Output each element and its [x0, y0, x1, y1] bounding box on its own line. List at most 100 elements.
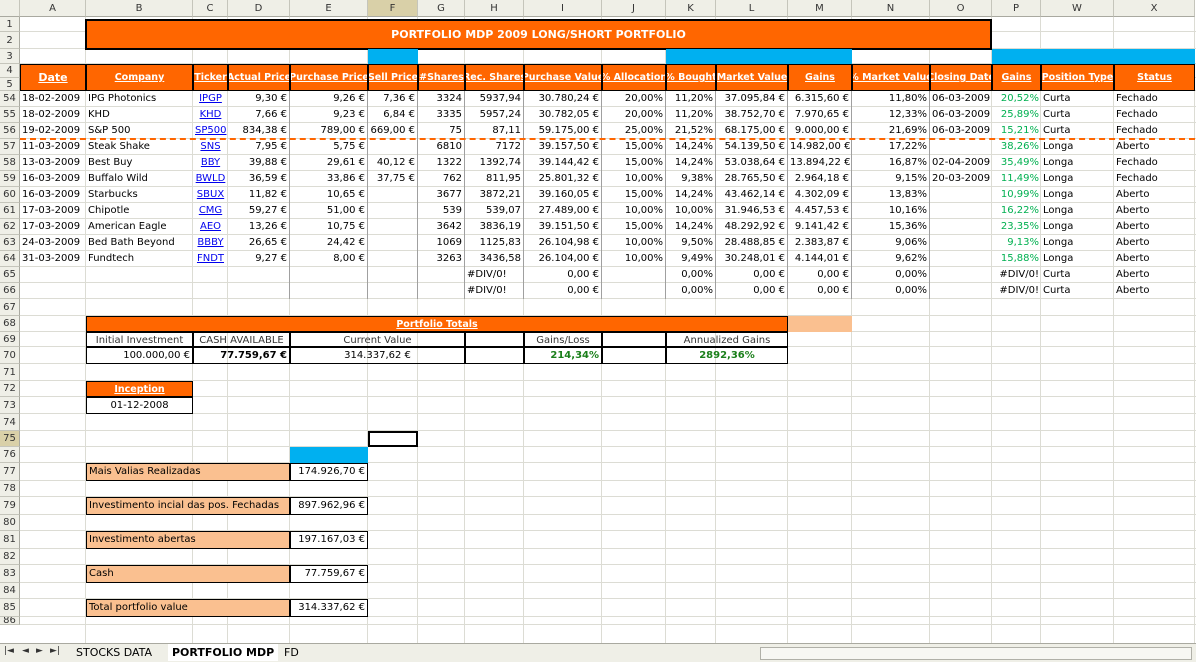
row-header-66[interactable]: 66: [0, 283, 20, 299]
row-header-78[interactable]: 78: [0, 481, 20, 497]
first-sheet-icon[interactable]: |◄: [4, 646, 14, 656]
tab-stocks-data[interactable]: STOCKS DATA: [72, 644, 156, 661]
row-header-72[interactable]: 72: [0, 381, 20, 397]
row-header-67[interactable]: 67: [0, 299, 20, 316]
column-header-o[interactable]: O: [930, 0, 992, 17]
column-header-f[interactable]: F: [368, 0, 418, 17]
totals-label: Gains/Loss: [524, 332, 602, 347]
ticker-link[interactable]: CMG: [193, 203, 228, 219]
table-cell: 9,50%: [666, 235, 716, 251]
column-header-j[interactable]: J: [602, 0, 666, 17]
row-header-77[interactable]: 77: [0, 463, 20, 481]
row-header-76[interactable]: 76: [0, 447, 20, 463]
row-header-60[interactable]: 60: [0, 187, 20, 203]
row-header-54[interactable]: 54: [0, 91, 20, 107]
column-header-g[interactable]: G: [418, 0, 465, 17]
row-header-56[interactable]: 56: [0, 123, 20, 139]
column-title-16[interactable]: Position Type: [1041, 64, 1114, 91]
row-header-5[interactable]: 5: [0, 78, 20, 91]
ticker-link[interactable]: FNDT: [193, 251, 228, 267]
row-header-61[interactable]: 61: [0, 203, 20, 219]
column-title-8[interactable]: Purchase Value: [524, 64, 602, 91]
row-header-69[interactable]: 69: [0, 332, 20, 347]
ticker-link[interactable]: BWLD: [193, 171, 228, 187]
column-title-17[interactable]: Status: [1114, 64, 1195, 91]
column-header-c[interactable]: C: [193, 0, 228, 17]
column-title-9[interactable]: % Allocation: [602, 64, 666, 91]
active-cell[interactable]: [368, 431, 418, 447]
tab-fd[interactable]: FD: [280, 644, 303, 661]
row-header-59[interactable]: 59: [0, 171, 20, 187]
spreadsheet-grid[interactable]: A B C D E F G H I J K L M N O P W X 1 2 3 4 5 54 55 56 57 58 59 60 61 6…: [0, 0, 1196, 643]
column-title-5[interactable]: Sell Price: [368, 64, 418, 91]
column-header-h[interactable]: H: [465, 0, 524, 17]
ticker-link[interactable]: SP500: [193, 123, 228, 139]
row-header-70[interactable]: 70: [0, 347, 20, 364]
ticker-link[interactable]: SBUX: [193, 187, 228, 203]
row-header-79[interactable]: 79: [0, 497, 20, 515]
row-header-3[interactable]: 3: [0, 49, 20, 64]
row-header-55[interactable]: 55: [0, 107, 20, 123]
row-header-75[interactable]: 75: [0, 431, 20, 447]
row-header-81[interactable]: 81: [0, 531, 20, 549]
column-header-w[interactable]: W: [1041, 0, 1114, 17]
column-header-i[interactable]: I: [524, 0, 602, 17]
row-header-84[interactable]: 84: [0, 583, 20, 599]
column-header-e[interactable]: E: [290, 0, 368, 17]
ticker-link[interactable]: SNS: [193, 139, 228, 155]
row-header-1[interactable]: 1: [0, 17, 20, 32]
column-header-d[interactable]: D: [228, 0, 290, 17]
next-sheet-icon[interactable]: ►: [36, 646, 43, 656]
row-header-82[interactable]: 82: [0, 549, 20, 565]
row-header-85[interactable]: 85: [0, 599, 20, 617]
horizontal-scrollbar[interactable]: [760, 647, 1192, 660]
column-header-p[interactable]: P: [992, 0, 1041, 17]
row-header-4[interactable]: 4: [0, 64, 20, 78]
select-all-corner[interactable]: [0, 0, 20, 17]
ticker-link[interactable]: KHD: [193, 107, 228, 123]
row-header-63[interactable]: 63: [0, 235, 20, 251]
row-header-80[interactable]: 80: [0, 515, 20, 531]
column-title-11[interactable]: Market Value: [716, 64, 788, 91]
row-header-83[interactable]: 83: [0, 565, 20, 583]
column-header-x[interactable]: X: [1114, 0, 1195, 17]
row-header-86[interactable]: 86: [0, 617, 20, 625]
ticker-link[interactable]: BBBY: [193, 235, 228, 251]
row-header-73[interactable]: 73: [0, 397, 20, 414]
tab-portfolio-mdp[interactable]: PORTFOLIO MDP: [168, 644, 279, 661]
ticker-link[interactable]: IPGP: [193, 91, 228, 107]
column-title-14[interactable]: Closing Date: [930, 64, 992, 91]
prev-sheet-icon[interactable]: ◄: [22, 646, 29, 656]
column-title-15[interactable]: Gains: [992, 64, 1041, 91]
column-title-7[interactable]: Rec. Shares: [465, 64, 524, 91]
row-header-62[interactable]: 62: [0, 219, 20, 235]
column-header-l[interactable]: L: [716, 0, 788, 17]
column-title-0[interactable]: Date: [20, 64, 86, 91]
column-title-2[interactable]: Ticker: [193, 64, 228, 91]
last-sheet-icon[interactable]: ►|: [50, 646, 60, 656]
column-title-10[interactable]: % Bought: [666, 64, 716, 91]
row-header-71[interactable]: 71: [0, 364, 20, 381]
row-header-74[interactable]: 74: [0, 414, 20, 431]
row-header-2[interactable]: 2: [0, 32, 20, 49]
row-header-57[interactable]: 57: [0, 139, 20, 155]
row-header-65[interactable]: 65: [0, 267, 20, 283]
column-header-m[interactable]: M: [788, 0, 852, 17]
ticker-link[interactable]: [193, 283, 228, 299]
column-title-12[interactable]: Gains: [788, 64, 852, 91]
ticker-link[interactable]: BBY: [193, 155, 228, 171]
column-header-n[interactable]: N: [852, 0, 930, 17]
column-title-13[interactable]: % Market Value: [852, 64, 930, 91]
ticker-link[interactable]: [193, 267, 228, 283]
column-title-4[interactable]: Purchase Price: [290, 64, 368, 91]
row-header-68[interactable]: 68: [0, 316, 20, 332]
column-title-6[interactable]: #Shares: [418, 64, 465, 91]
column-header-b[interactable]: B: [86, 0, 193, 17]
ticker-link[interactable]: AEO: [193, 219, 228, 235]
column-header-k[interactable]: K: [666, 0, 716, 17]
row-header-64[interactable]: 64: [0, 251, 20, 267]
column-title-1[interactable]: Company: [86, 64, 193, 91]
row-header-58[interactable]: 58: [0, 155, 20, 171]
column-header-a[interactable]: A: [20, 0, 86, 17]
column-title-3[interactable]: Actual Price: [228, 64, 290, 91]
